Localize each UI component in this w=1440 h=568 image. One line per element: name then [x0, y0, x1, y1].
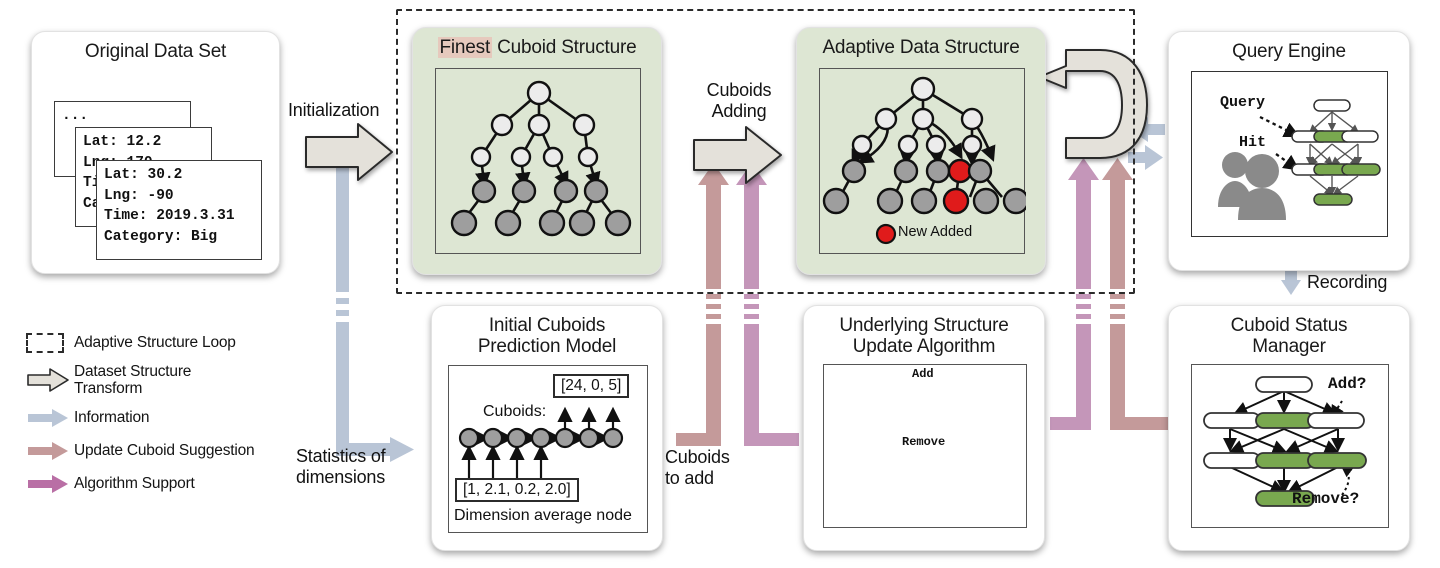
finest-cuboid-structure-title: Finest Cuboid Structure: [413, 28, 661, 58]
panel-initial-cuboids-prediction-model[interactable]: Initial Cuboids Prediction Model [24, 0,…: [431, 305, 663, 551]
cuboid-status-add-label: Add?: [1328, 375, 1367, 393]
legend-label-update-cuboid-suggestion: Update Cuboid Suggestion: [74, 442, 255, 460]
input-vector: [1, 2.1, 0.2, 2.0]: [455, 478, 579, 502]
prediction-model-title-line1: Initial Cuboids: [488, 315, 606, 336]
cuboids-label: Cuboids:: [483, 403, 547, 420]
legend-label-dataset-structure-transform: Dataset Structure Transform: [74, 363, 192, 398]
adaptive-tree-box: New Added: [819, 68, 1030, 254]
legend-item-update-cuboid-suggestion: Update Cuboid Suggestion: [26, 438, 356, 464]
legend: Adaptive Structure Loop Dataset Structur…: [26, 330, 356, 504]
legend-suggestion-arrow-icon: [26, 441, 74, 461]
users-icon: [1218, 152, 1286, 220]
transform-arrow-cuboids-adding: [693, 126, 782, 184]
label-cuboids-to-add: Cuboids to add: [665, 447, 730, 488]
algorithm-support-arrow-center: [736, 163, 799, 446]
original-data-set-title: Original Data Set: [84, 41, 227, 62]
label-initialization: Initialization: [288, 100, 380, 120]
cuboid-status-manager-title-line2: Manager: [1252, 336, 1326, 358]
query-engine-box: Query Hit: [1191, 71, 1388, 237]
algorithm-support-arrow-right: [1050, 158, 1099, 430]
update-algorithm-title: Underlying Structure Update Algorithm: [804, 306, 1044, 358]
information-arrow-left: [1130, 117, 1165, 142]
legend-item-information: Information: [26, 405, 356, 431]
finest-title-rest: Cuboid Structure: [492, 37, 637, 58]
cuboid-status-remove-label: Remove?: [1292, 490, 1360, 508]
prediction-model-title: Initial Cuboids Prediction Model: [432, 306, 662, 358]
panel-finest-cuboid-structure[interactable]: Finest Cuboid Structure: [412, 27, 662, 275]
legend-label-adaptive-structure-loop: Adaptive Structure Loop: [74, 334, 236, 352]
legend-label-algorithm-support: Algorithm Support: [74, 475, 195, 493]
panel-cuboid-status-manager[interactable]: Cuboid Status Manager Add? Remove?: [1168, 305, 1410, 551]
output-vector: [24, 0, 5]: [553, 374, 630, 398]
prediction-model-box: [24, 0, 5] Cuboids: [1, 2.1, 0.2, 2.0] D…: [448, 365, 648, 533]
prediction-model-caption: Dimension average node: [454, 507, 632, 524]
cuboid-status-manager-title: Cuboid Status Manager: [1169, 306, 1409, 358]
remove-label: Remove: [902, 435, 946, 449]
transform-arrow-initialization: [305, 123, 393, 181]
legend-label-information: Information: [74, 409, 150, 427]
information-arrow-right: [1128, 145, 1163, 170]
add-label: Add: [912, 367, 934, 381]
label-recording: Recording: [1307, 272, 1388, 292]
data-card-3: Lat: 30.2 Lng: -90 Time: 2019.3.31 Categ…: [96, 160, 262, 260]
update-algorithm-box: Add Remove: [823, 364, 1027, 528]
legend-item-adaptive-structure-loop: Adaptive Structure Loop: [26, 330, 356, 356]
cuboid-status-manager-title-line1: Cuboid Status: [1230, 315, 1348, 336]
legend-item-algorithm-support: Algorithm Support: [26, 471, 356, 497]
label-cuboids-adding: Cuboids Adding: [706, 80, 772, 121]
finest-tree-box: [435, 68, 641, 254]
hit-label: Hit: [1239, 134, 1267, 151]
prediction-model-title-line2: Prediction Model: [477, 336, 617, 358]
recording-arrow: [1281, 270, 1301, 295]
update-algorithm-title-line1: Underlying Structure: [839, 315, 1009, 336]
query-label: Query: [1220, 94, 1266, 111]
finest-highlight: Finest: [437, 37, 493, 58]
update-algorithm-title-line2: Update Algorithm: [852, 336, 996, 358]
legend-information-arrow-icon: [26, 408, 74, 428]
panel-adaptive-data-structure[interactable]: Adaptive Data Structure New Added: [796, 27, 1046, 275]
legend-algorithm-arrow-icon: [26, 474, 74, 494]
new-added-label: New Added: [898, 224, 973, 240]
legend-transform-arrow-icon: [26, 367, 74, 393]
adaptive-loop-arrow: [1038, 49, 1148, 159]
diagram-canvas: Original Data Set ... Lat: 12.2 Lng: 170…: [0, 0, 1440, 568]
panel-query-engine[interactable]: Query Engine Query Hit: [1168, 31, 1410, 271]
panel-underlying-structure-update-algorithm[interactable]: Underlying Structure Update Algorithm Ad…: [803, 305, 1045, 551]
panel-original-data-set[interactable]: Original Data Set ... Lat: 12.2 Lng: 170…: [31, 31, 280, 274]
legend-dashed-box-icon: [26, 333, 74, 353]
cuboid-status-manager-box: Add? Remove?: [1191, 364, 1389, 528]
finest-tree-graph: [450, 80, 632, 237]
adaptive-data-structure-title: Adaptive Data Structure: [822, 37, 1020, 58]
new-added-legend: [875, 223, 897, 245]
legend-item-dataset-structure-transform: Dataset Structure Transform: [26, 363, 356, 398]
suggestion-arrow-cuboids-to-add: [676, 163, 729, 446]
query-engine-title: Query Engine: [1232, 41, 1346, 62]
